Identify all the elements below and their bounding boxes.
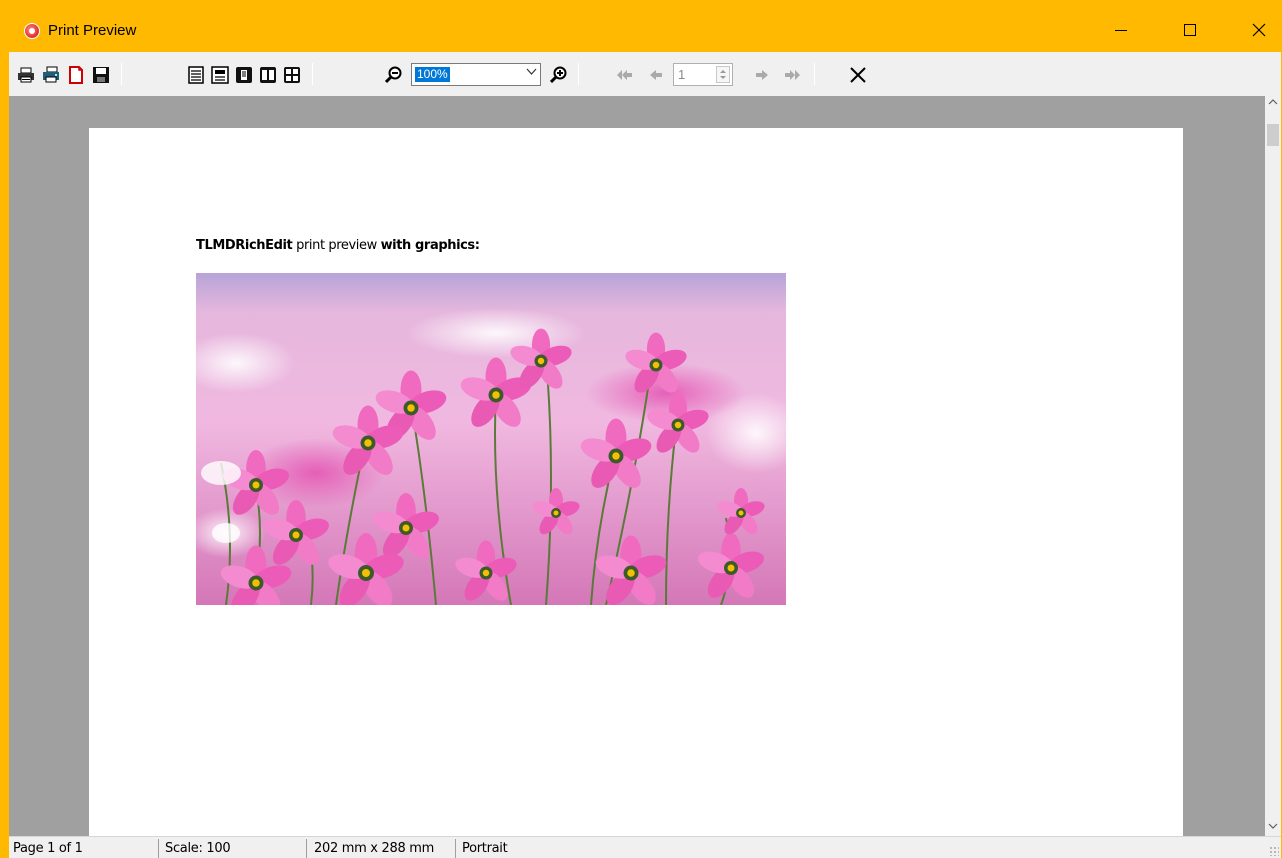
scroll-down-icon[interactable] — [1265, 820, 1281, 836]
next-page-icon — [756, 70, 768, 80]
toolbar-separator — [578, 63, 579, 85]
status-size: 202 mm x 288 mm — [312, 839, 456, 858]
resize-grip-icon[interactable] — [1269, 846, 1279, 856]
title-bar[interactable]: Print Preview — [0, 8, 1282, 52]
status-orientation: Portrait — [462, 841, 508, 856]
previous-page-icon — [650, 70, 662, 80]
spinner-arrows-icon — [720, 70, 726, 79]
status-page: Page 1 of 1 — [11, 839, 159, 858]
page-number-value: 1 — [678, 67, 686, 82]
whole-page-icon — [236, 67, 252, 83]
save-button[interactable] — [92, 66, 110, 84]
last-page-icon — [785, 70, 800, 80]
cosmos-flowers-picture — [196, 273, 786, 605]
last-page-button[interactable] — [783, 66, 801, 84]
toolbar: 100% 1 — [9, 52, 1281, 96]
chevron-down-icon[interactable] — [526, 67, 537, 79]
preview-area[interactable]: TLMDRichEdit print preview with graphics… — [9, 96, 1265, 836]
save-icon — [93, 67, 109, 83]
pdf-export-icon — [69, 66, 83, 84]
close-window-button[interactable] — [1236, 8, 1282, 52]
window-title: Print Preview — [48, 22, 137, 39]
page-number-input[interactable]: 1 — [673, 63, 733, 86]
document-bold-text-2: with graphics: — [380, 238, 480, 253]
zoom-out-icon — [385, 66, 402, 84]
toolbar-separator — [814, 63, 815, 85]
first-page-icon — [617, 70, 632, 80]
one-page-view-button[interactable] — [187, 66, 205, 84]
print-setup-button[interactable] — [42, 66, 60, 84]
document-flower-image — [196, 273, 786, 605]
zoom-select[interactable]: 100% — [411, 63, 541, 86]
toolbar-separator — [121, 63, 122, 85]
vertical-scrollbar[interactable] — [1265, 96, 1281, 836]
maximize-button[interactable] — [1167, 8, 1213, 52]
first-page-button[interactable] — [616, 66, 634, 84]
page-spinner[interactable] — [716, 66, 730, 83]
close-preview-icon — [850, 67, 866, 83]
status-bar: Page 1 of 1 Scale: 100 202 mm x 288 mm P… — [9, 836, 1281, 858]
multiple-pages-button[interactable] — [283, 66, 301, 84]
print-icon — [18, 67, 34, 83]
minimize-button[interactable] — [1098, 8, 1144, 52]
title-bar-edge — [0, 0, 1282, 8]
previous-page-button[interactable] — [647, 66, 665, 84]
preview-page: TLMDRichEdit print preview with graphics… — [89, 128, 1183, 836]
print-setup-icon — [43, 66, 59, 83]
one-page-view-icon — [188, 66, 204, 84]
close-preview-button[interactable] — [849, 66, 867, 84]
zoom-value: 100% — [415, 67, 450, 82]
two-pages-button[interactable] — [259, 66, 277, 84]
multiple-pages-icon — [284, 67, 300, 83]
toolbar-separator — [312, 63, 313, 85]
next-page-button[interactable] — [753, 66, 771, 84]
close-icon — [1252, 23, 1266, 37]
print-button[interactable] — [17, 66, 35, 84]
zoom-in-button[interactable] — [550, 66, 568, 84]
app-icon — [24, 23, 40, 39]
document-bold-text: TLMDRichEdit — [196, 238, 293, 253]
pdf-export-button[interactable] — [67, 66, 85, 84]
zoom-out-button[interactable] — [385, 66, 403, 84]
maximize-icon — [1184, 24, 1196, 36]
status-scale: Scale: 100 — [163, 839, 307, 858]
document-text-line: TLMDRichEdit print preview with graphics… — [196, 238, 480, 253]
page-width-icon — [211, 66, 229, 84]
two-pages-icon — [260, 67, 276, 83]
scrollbar-thumb[interactable] — [1267, 124, 1279, 146]
zoom-in-icon — [550, 66, 567, 84]
page-width-button[interactable] — [211, 66, 229, 84]
minimize-icon — [1115, 29, 1127, 31]
document-regular-text: print preview — [292, 238, 381, 253]
scroll-up-icon[interactable] — [1265, 96, 1281, 112]
whole-page-button[interactable] — [235, 66, 253, 84]
